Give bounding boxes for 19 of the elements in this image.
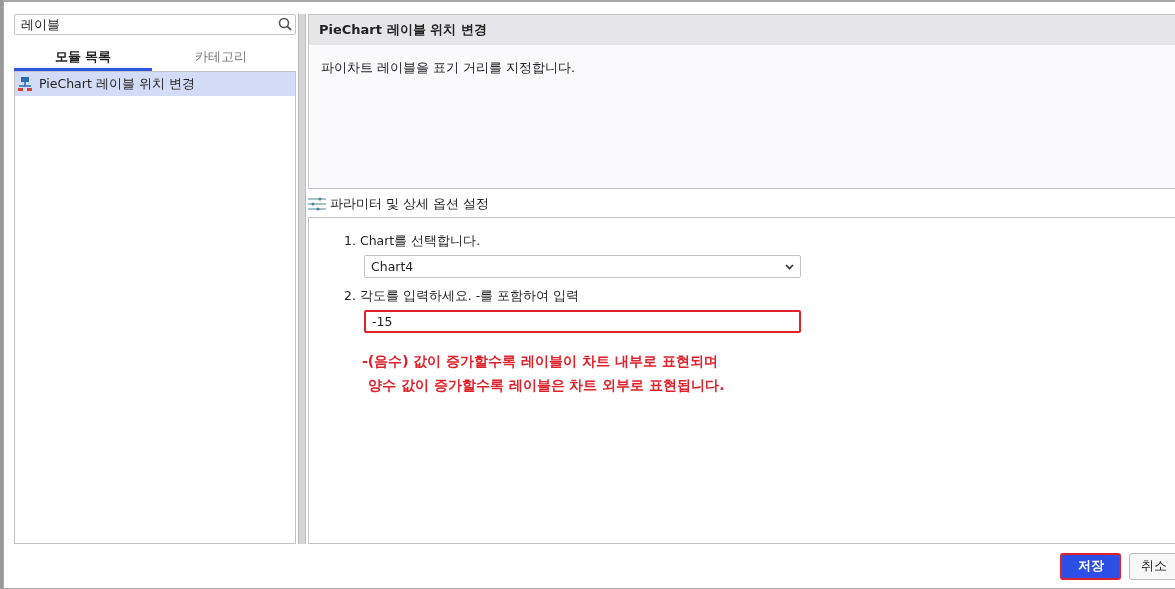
chart-select[interactable]: Chart4 [364, 255, 801, 278]
search-field[interactable]: 레이블 [14, 14, 296, 35]
splitter[interactable] [298, 14, 306, 544]
chevron-down-icon [785, 263, 794, 270]
hint-text: 양수 값이 증가할수록 레이블은 차트 외부로 표현됩니다. [368, 377, 725, 393]
section-title: 파라미터 및 상세 옵션 설정 [330, 195, 489, 213]
module-title: PieChart 레이블 위치 변경 [309, 15, 1175, 45]
save-button[interactable]: 저장 [1060, 552, 1121, 580]
field-label: 1. Chart를 선택합니다. [344, 233, 481, 248]
angle-input[interactable]: -15 [364, 310, 801, 333]
module-item[interactable]: PieChart 레이블 위치 변경 [15, 72, 295, 96]
cancel-button[interactable]: 취소 [1129, 552, 1175, 580]
field-label: 2. 각도를 입력하세요. -를 포함하여 입력 [344, 288, 580, 303]
module-icon [17, 76, 33, 92]
description-text: 파이차트 레이블을 표기 거리를 지정합니다. [321, 60, 575, 75]
tab[interactable]: 카테고리 [152, 47, 290, 71]
search-icon [278, 17, 292, 31]
sliders-icon [308, 197, 326, 211]
hint-text: -(음수) 값이 증가할수록 레이블이 차트 내부로 표현되며 [362, 353, 718, 369]
